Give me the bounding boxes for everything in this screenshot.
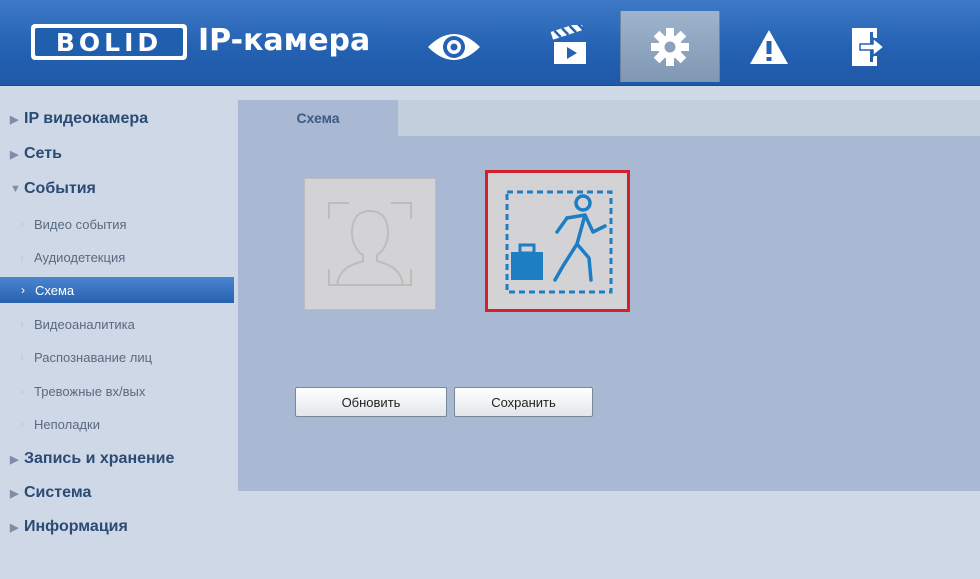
sidebar-item-scheme[interactable]: › Схема bbox=[0, 277, 234, 303]
sidebar-item-label: Видеоаналитика bbox=[34, 316, 135, 332]
alarm-icon bbox=[750, 29, 788, 64]
chevron-right-icon: › bbox=[20, 217, 24, 231]
sidebar-item-label: Запись и хранение bbox=[24, 450, 175, 467]
save-button[interactable]: Сохранить bbox=[454, 387, 593, 417]
top-header: BOLID IP-камера bbox=[0, 0, 980, 86]
sidebar-item-audio-detection[interactable]: › Аудиодетекция bbox=[20, 244, 235, 270]
abandoned-object-icon bbox=[505, 190, 612, 294]
sidebar-item-video-analytics[interactable]: › Видеоаналитика bbox=[20, 311, 235, 337]
triangle-right-icon: ▶ bbox=[10, 148, 19, 161]
sidebar-item-label: Неполадки bbox=[34, 416, 100, 432]
sidebar-item-label: Система bbox=[24, 484, 92, 501]
sidebar-item-label: Распознавание лиц bbox=[34, 349, 153, 365]
sidebar-item-ip-camera[interactable]: ▶ IP видеокамера bbox=[10, 106, 235, 132]
eye-icon bbox=[428, 33, 480, 60]
sidebar-item-system[interactable]: ▶ Система bbox=[10, 480, 235, 506]
triangle-right-icon: ▶ bbox=[10, 487, 19, 500]
triangle-right-icon: ▶ bbox=[10, 453, 19, 466]
sidebar-item-events[interactable]: ▼ События bbox=[10, 176, 235, 202]
sidebar-item-label: События bbox=[24, 180, 96, 197]
sidebar-item-face-recognition[interactable]: › Распознавание лиц bbox=[20, 344, 235, 370]
sidebar-item-label: Тревожные вх/вых bbox=[34, 383, 146, 399]
sidebar-item-faults[interactable]: › Неполадки bbox=[20, 411, 235, 437]
clapperboard-icon bbox=[550, 24, 586, 64]
sidebar-item-label: Схема bbox=[35, 282, 75, 298]
chevron-right-icon: › bbox=[21, 283, 25, 297]
nav-settings[interactable] bbox=[620, 11, 720, 82]
face-recognition-icon bbox=[328, 202, 412, 286]
main-content: Схема Обновить Сохранить bbox=[238, 100, 980, 491]
sidebar-item-label: Видео события bbox=[34, 216, 127, 232]
sidebar-item-label: IP видеокамера bbox=[24, 110, 149, 127]
sidebar-item-recording-storage[interactable]: ▶ Запись и хранение bbox=[10, 446, 235, 472]
logo: BOLID bbox=[31, 24, 187, 60]
tab-scheme[interactable]: Схема bbox=[238, 100, 398, 136]
logo-text: BOLID bbox=[55, 27, 163, 57]
refresh-button[interactable]: Обновить bbox=[295, 387, 447, 417]
sidebar-item-label: Информация bbox=[24, 518, 128, 535]
tab-strip: Схема bbox=[238, 100, 980, 136]
sidebar-item-alarm-io[interactable]: › Тревожные вх/вых bbox=[20, 378, 235, 404]
chevron-right-icon: › bbox=[20, 317, 24, 331]
logout-icon bbox=[852, 27, 886, 66]
triangle-right-icon: ▶ bbox=[10, 521, 19, 534]
chevron-right-icon: › bbox=[20, 384, 24, 398]
nav-logout[interactable] bbox=[817, 11, 915, 82]
triangle-right-icon: ▶ bbox=[10, 113, 19, 126]
scheme-face-recognition[interactable] bbox=[304, 178, 436, 310]
triangle-down-icon: ▼ bbox=[10, 183, 21, 195]
scheme-abandoned-object[interactable] bbox=[485, 170, 630, 312]
sidebar-item-information[interactable]: ▶ Информация bbox=[10, 514, 235, 540]
chevron-right-icon: › bbox=[20, 250, 24, 264]
nav-playback[interactable] bbox=[520, 11, 618, 82]
sidebar-item-video-events[interactable]: › Видео события bbox=[20, 211, 235, 237]
nav-alarm[interactable] bbox=[720, 11, 818, 82]
app-title: IP-камера bbox=[198, 23, 371, 58]
sidebar-item-network[interactable]: ▶ Сеть bbox=[10, 141, 235, 167]
nav-live-view[interactable] bbox=[405, 11, 503, 82]
sidebar-item-label: Сеть bbox=[24, 145, 62, 162]
gear-icon bbox=[651, 27, 689, 66]
chevron-right-icon: › bbox=[20, 417, 24, 431]
chevron-right-icon: › bbox=[20, 350, 24, 364]
sidebar-item-label: Аудиодетекция bbox=[34, 249, 126, 265]
